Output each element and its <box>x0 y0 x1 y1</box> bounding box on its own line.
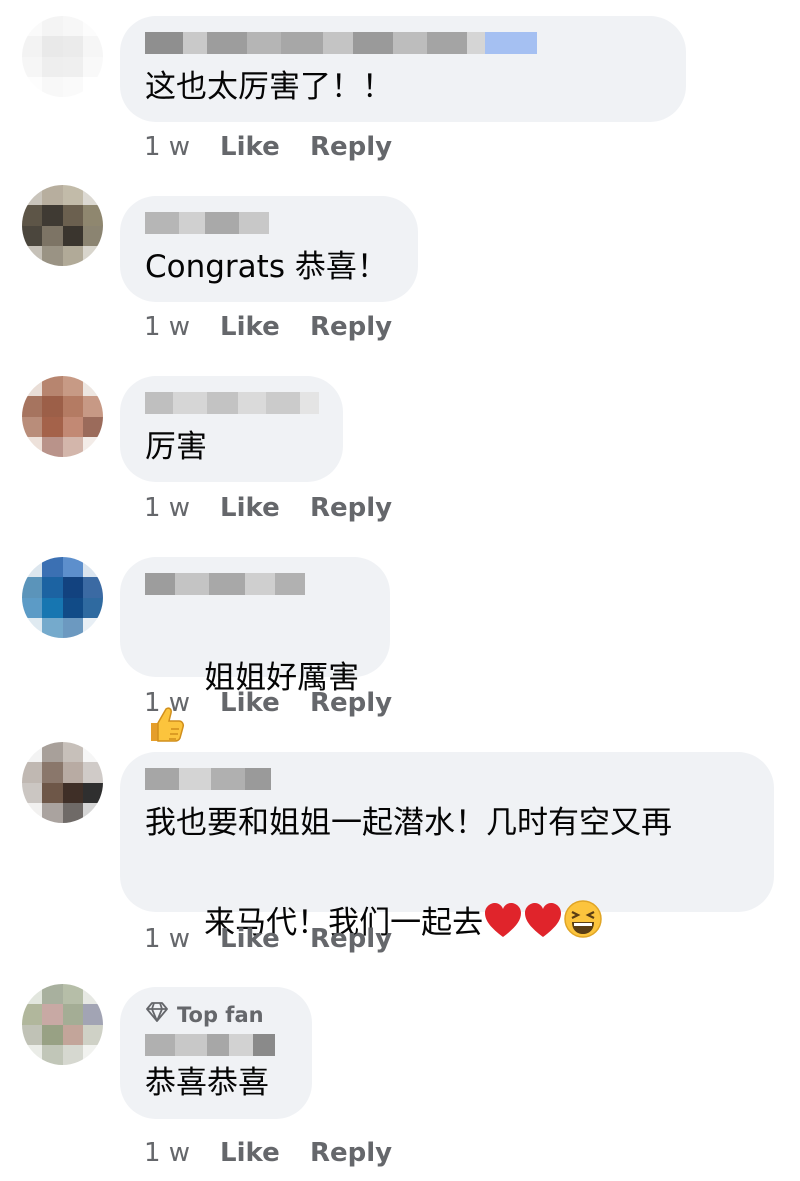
comment-text-line1: 我也要和姐姐一起潜水！几时有空又再 <box>145 805 672 841</box>
grinning-squinting-face-icon <box>563 899 603 954</box>
comment-bubble[interactable]: 这也太厉害了！！ <box>120 16 686 122</box>
comment-actions: 1 w Like Reply <box>144 132 392 162</box>
reply-button[interactable]: Reply <box>310 132 392 162</box>
reply-button[interactable]: Reply <box>310 924 392 954</box>
comment-time: 1 w <box>144 1138 191 1168</box>
avatar[interactable] <box>22 185 103 266</box>
avatar[interactable] <box>22 557 103 638</box>
commenter-name-blurred[interactable] <box>145 768 750 790</box>
commenter-name-blurred[interactable] <box>145 1034 288 1056</box>
commenter-name-blurred[interactable] <box>145 212 394 234</box>
commenter-name-blurred[interactable] <box>145 573 366 595</box>
comment-actions: 1 w Like Reply <box>144 1138 392 1168</box>
comment-time: 1 w <box>144 688 191 718</box>
comment-text: 厉害 <box>145 429 207 465</box>
commenter-name-blurred[interactable] <box>145 32 662 54</box>
reply-button[interactable]: Reply <box>310 688 392 718</box>
comment-bubble[interactable]: 厉害 <box>120 376 343 482</box>
like-button[interactable]: Like <box>220 132 310 162</box>
comment-text: 恭喜恭喜 <box>145 1065 269 1101</box>
reply-button[interactable]: Reply <box>310 493 392 523</box>
like-button[interactable]: Like <box>220 924 310 954</box>
comment-bubble[interactable]: Congrats 恭喜！ <box>120 196 418 302</box>
like-button[interactable]: Like <box>220 688 310 718</box>
diamond-icon <box>145 1001 169 1028</box>
red-heart-icon <box>523 901 563 954</box>
avatar[interactable] <box>22 376 103 457</box>
reply-button[interactable]: Reply <box>310 312 392 342</box>
avatar[interactable] <box>22 984 103 1065</box>
comment-time: 1 w <box>144 312 191 342</box>
comment-bubble[interactable]: 我也要和姐姐一起潜水！几时有空又再 来马代！我们一起去 <box>120 752 774 941</box>
comment-bubble[interactable]: Top fan 恭喜恭喜 <box>120 987 312 1119</box>
comment-actions: 1 w Like Reply <box>144 493 392 523</box>
comment-bubble[interactable]: 姐姐好厲害 <box>120 557 390 742</box>
reply-button[interactable]: Reply <box>310 1138 392 1168</box>
top-fan-badge: Top fan <box>145 1001 288 1028</box>
badge-label: Top fan <box>177 1002 264 1027</box>
commenter-name-blurred[interactable] <box>145 392 320 414</box>
comment-actions: 1 w Like Reply <box>144 688 392 718</box>
comment-time: 1 w <box>144 132 191 162</box>
avatar[interactable] <box>22 16 103 97</box>
red-heart-icon <box>483 901 523 954</box>
comment-text: 这也太厉害了！！ <box>145 69 393 105</box>
avatar[interactable] <box>22 742 103 823</box>
comment-time: 1 w <box>144 493 191 523</box>
comment-text: Congrats 恭喜！ <box>145 249 388 285</box>
like-button[interactable]: Like <box>220 312 310 342</box>
like-button[interactable]: Like <box>220 493 310 523</box>
like-button[interactable]: Like <box>220 1138 310 1168</box>
comment-actions: 1 w Like Reply <box>144 312 392 342</box>
comment-actions: 1 w Like Reply <box>144 924 392 954</box>
comment-time: 1 w <box>144 924 191 954</box>
